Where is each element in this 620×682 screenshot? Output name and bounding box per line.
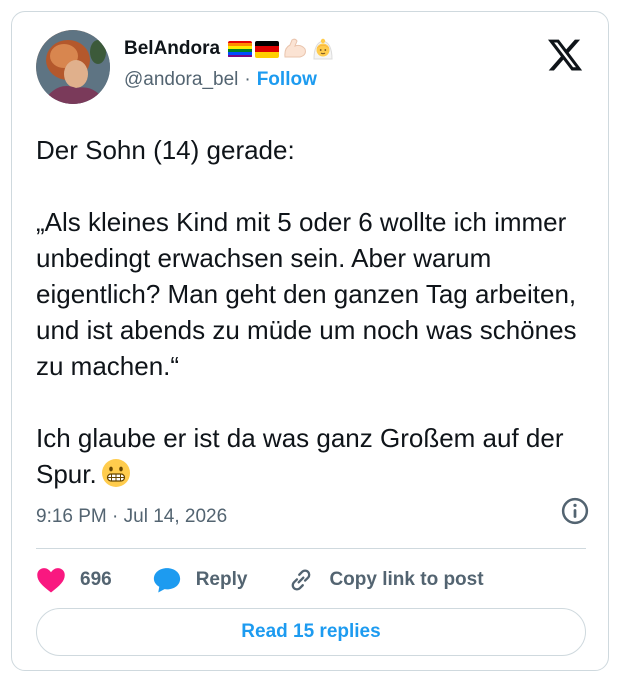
rainbow-flag-icon	[228, 40, 253, 58]
tweet-paragraph: „Als kleines Kind mit 5 oder 6 wollte ic…	[36, 207, 577, 381]
tweet-paragraph: Der Sohn (14) gerade:	[36, 135, 295, 165]
tweet-paragraph: Ich glaube er ist da was ganz Großem auf…	[36, 420, 596, 492]
grimacing-face-icon	[101, 459, 130, 487]
avatar-image	[36, 30, 110, 104]
action-bar: 696 Reply Copy link to post	[36, 564, 524, 596]
display-name[interactable]: BelAndora	[124, 38, 220, 60]
info-icon[interactable]	[560, 496, 590, 526]
like-button[interactable]: 696	[36, 566, 112, 594]
link-icon	[292, 569, 311, 591]
author-handle[interactable]: @andora_bel	[124, 69, 238, 91]
tweet-timestamp[interactable]: 9:16 PM · Jul 14, 2026	[36, 506, 227, 528]
like-count: 696	[80, 569, 112, 590]
reply-bubble-icon	[153, 568, 180, 593]
tweet-header: BelAndora @andora_bel · Follow	[36, 30, 586, 106]
germany-flag-icon	[255, 40, 280, 58]
tweet-card: BelAndora @andora_bel · Follow Der Sohn …	[11, 11, 609, 671]
person-with-veil-icon	[313, 38, 333, 60]
x-logo-icon[interactable]	[546, 36, 584, 74]
avatar[interactable]	[36, 30, 110, 104]
divider	[36, 548, 586, 549]
follow-button[interactable]: Follow	[257, 69, 317, 91]
reply-button[interactable]: Reply	[152, 566, 248, 594]
copy-link-button[interactable]: Copy link to post	[287, 566, 484, 594]
author-names: BelAndora @andora_bel · Follow	[124, 36, 335, 92]
tweet-text: Der Sohn (14) gerade: „Als kleines Kind …	[36, 132, 596, 492]
name-badges	[228, 37, 335, 61]
handle-separator: ·	[244, 69, 251, 90]
heart-icon	[37, 568, 65, 593]
copy-link-label: Copy link to post	[329, 569, 484, 590]
read-replies-button[interactable]: Read 15 replies	[36, 608, 586, 656]
flexed-biceps-icon	[284, 38, 307, 58]
reply-label: Reply	[195, 569, 248, 590]
